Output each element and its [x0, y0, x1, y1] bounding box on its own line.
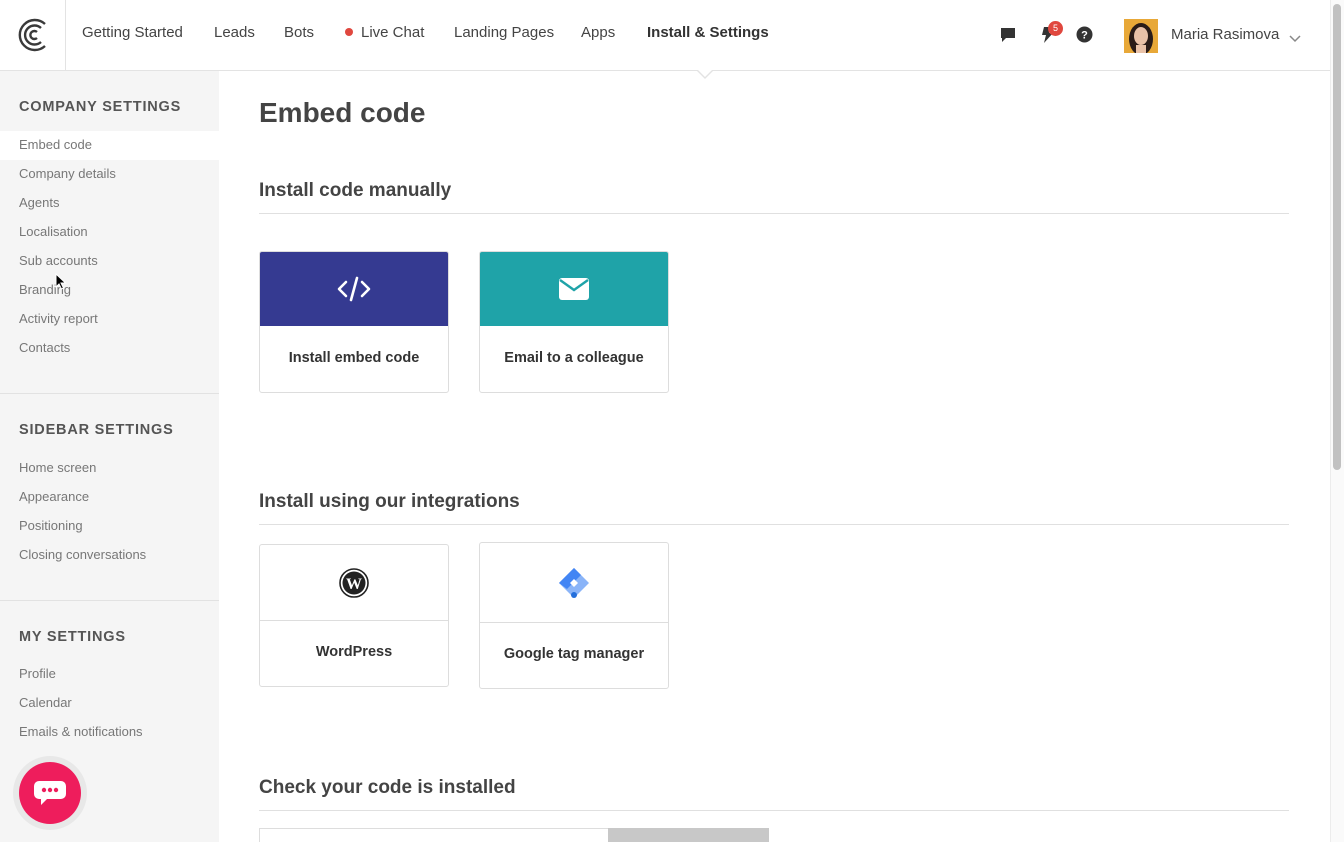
sidebar-item-appearance[interactable]: Appearance [0, 483, 219, 512]
check-install-button[interactable] [608, 828, 769, 842]
my-settings-title: MY SETTINGS [19, 629, 126, 645]
nav-live-chat[interactable]: Live Chat [345, 24, 424, 41]
sidebar-divider [0, 600, 219, 601]
scrollbar-thumb[interactable] [1333, 4, 1341, 470]
sidebar-item-home-screen[interactable]: Home screen [0, 454, 219, 483]
install-embed-code-label: Install embed code [288, 350, 420, 366]
gtm-icon-panel [480, 543, 668, 623]
wordpress-icon-panel: W [260, 545, 448, 621]
nav-install-settings[interactable]: Install & Settings [647, 24, 769, 41]
svg-text:W: W [346, 576, 362, 593]
active-nav-indicator [696, 69, 714, 79]
sidebar-item-activity-report[interactable]: Activity report [0, 305, 219, 334]
sidebar-item-embed-code[interactable]: Embed code [0, 131, 219, 160]
nav-getting-started[interactable]: Getting Started [82, 24, 183, 41]
chat-launcher-button[interactable] [19, 762, 81, 824]
nav-landing-pages[interactable]: Landing Pages [454, 24, 554, 41]
sidebar-item-emails-notifications[interactable]: Emails & notifications [0, 718, 219, 747]
wordpress-label: WordPress [315, 644, 393, 660]
help-icon[interactable]: ? [1076, 26, 1093, 48]
wordpress-card[interactable]: W WordPress [259, 544, 449, 687]
code-icon [337, 276, 371, 302]
nav-apps[interactable]: Apps [581, 24, 615, 41]
sidebar-item-calendar[interactable]: Calendar [0, 689, 219, 718]
email-colleague-card[interactable]: Email to a colleague [479, 251, 669, 393]
sidebar-item-localisation[interactable]: Localisation [0, 218, 219, 247]
svg-text:?: ? [1081, 30, 1088, 42]
user-name[interactable]: Maria Rasimova [1171, 26, 1279, 43]
sidebar-item-branding[interactable]: Branding [0, 276, 219, 305]
google-tag-manager-card[interactable]: Google tag manager [479, 542, 669, 689]
settings-sidebar: COMPANY SETTINGS Embed code Company deta… [0, 71, 219, 842]
email-colleague-label: Email to a colleague [504, 350, 644, 366]
email-icon-panel [480, 252, 668, 326]
page-title: Embed code [259, 97, 426, 128]
top-navigation: Getting Started Leads Bots Live Chat Lan… [0, 0, 1330, 79]
install-embed-code-card[interactable]: Install embed code [259, 251, 449, 393]
website-url-input[interactable] [259, 828, 609, 842]
mouse-cursor-icon [55, 273, 67, 290]
sidebar-divider [0, 393, 219, 394]
live-status-dot [345, 28, 353, 36]
section-divider [259, 213, 1289, 214]
sidebar-item-sub-accounts[interactable]: Sub accounts [0, 247, 219, 276]
logo-icon [18, 18, 46, 52]
code-icon-panel [260, 252, 448, 326]
manual-install-title: Install code manually [259, 180, 452, 201]
chevron-down-icon[interactable] [1289, 30, 1301, 48]
logo[interactable] [0, 0, 66, 70]
sidebar-item-positioning[interactable]: Positioning [0, 512, 219, 541]
sidebar-item-closing-conversations[interactable]: Closing conversations [0, 541, 219, 570]
google-tag-manager-icon [559, 567, 589, 598]
messages-icon[interactable] [999, 26, 1017, 49]
sidebar-item-company-details[interactable]: Company details [0, 160, 219, 189]
sidebar-item-agents[interactable]: Agents [0, 189, 219, 218]
integrations-title: Install using our integrations [259, 491, 520, 512]
check-installed-title: Check your code is installed [259, 777, 516, 798]
nav-live-chat-label: Live Chat [361, 24, 425, 41]
google-tag-manager-label: Google tag manager [503, 646, 645, 662]
sidebar-item-profile[interactable]: Profile [0, 660, 219, 689]
wordpress-icon: W [339, 567, 369, 598]
sidebar-item-contacts[interactable]: Contacts [0, 334, 219, 363]
chat-icon [34, 781, 66, 805]
company-settings-title: COMPANY SETTINGS [19, 99, 182, 115]
nav-leads[interactable]: Leads [214, 24, 255, 41]
section-divider [259, 810, 1289, 811]
avatar[interactable] [1124, 19, 1158, 53]
nav-bots[interactable]: Bots [284, 24, 314, 41]
notification-badge: 5 [1048, 21, 1063, 36]
section-divider [259, 524, 1289, 525]
envelope-icon [559, 278, 589, 300]
sidebar-settings-title: SIDEBAR SETTINGS [19, 422, 174, 438]
